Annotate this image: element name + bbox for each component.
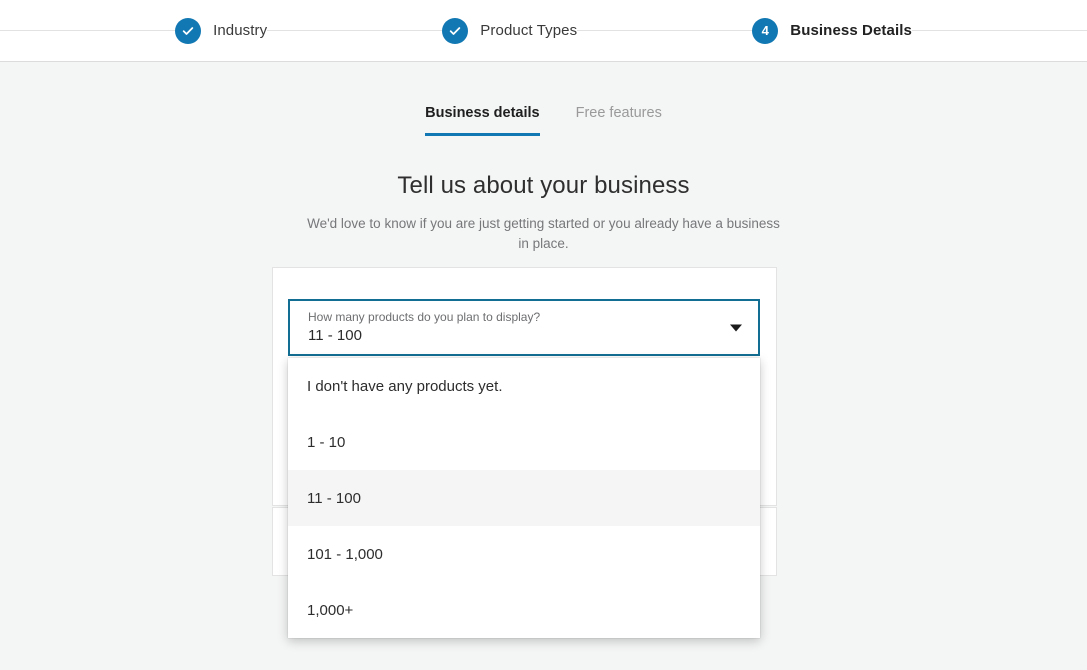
stepper-step-label-business-details: Business Details — [790, 22, 912, 39]
dropdown-option[interactable]: 101 - 1,000 — [288, 526, 760, 582]
dropdown-option[interactable]: 1 - 10 — [288, 414, 760, 470]
page-title: Tell us about your business — [304, 172, 784, 200]
product-count-select-value: 11 - 100 — [308, 327, 362, 344]
stepper-connector-start — [0, 30, 175, 31]
product-count-dropdown-list: I don't have any products yet. 1 - 10 11… — [288, 358, 760, 638]
stepper-connector-1 — [267, 30, 442, 31]
dropdown-option[interactable]: 1,000+ — [288, 582, 760, 638]
stepper-step-label-product-types: Product Types — [480, 22, 577, 39]
product-count-select[interactable]: How many products do you plan to display… — [288, 299, 760, 356]
tab-business-details[interactable]: Business details — [425, 105, 539, 136]
page-subtitle: We'd love to know if you are just gettin… — [304, 214, 784, 254]
chevron-down-icon[interactable] — [730, 324, 742, 331]
headline-block: Tell us about your business We'd love to… — [304, 172, 784, 254]
stepper-connector-2 — [577, 30, 752, 31]
stepper-step-business-details[interactable]: 4 Business Details — [752, 18, 912, 44]
stepper-connector-end — [912, 30, 1087, 31]
step-complete-check-icon — [442, 18, 468, 44]
stepper-header: Industry Product Types 4 Business Detail… — [0, 0, 1087, 62]
step-complete-check-icon — [175, 18, 201, 44]
dropdown-option-selected[interactable]: 11 - 100 — [288, 470, 760, 526]
stepper-track: Industry Product Types 4 Business Detail… — [0, 0, 1087, 61]
stepper-step-industry[interactable]: Industry — [175, 18, 267, 44]
stepper-step-product-types[interactable]: Product Types — [442, 18, 577, 44]
product-count-select-label: How many products do you plan to display… — [308, 310, 540, 324]
tab-free-features[interactable]: Free features — [576, 105, 662, 136]
stepper-step-label-industry: Industry — [213, 22, 267, 39]
step-number-badge: 4 — [752, 18, 778, 44]
tab-bar: Business details Free features — [0, 105, 1087, 136]
dropdown-option[interactable]: I don't have any products yet. — [288, 358, 760, 414]
